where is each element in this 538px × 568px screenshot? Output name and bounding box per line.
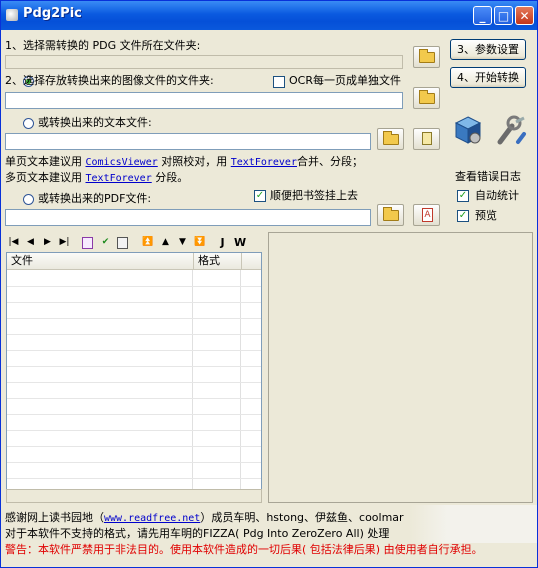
redaction-blur <box>409 505 537 543</box>
thanks-text: 感谢网上读书园地（ <box>5 511 104 524</box>
pdf-icon: A <box>422 208 433 222</box>
pdg-folder-field[interactable] <box>5 55 403 69</box>
pdf-open-button[interactable]: A <box>413 204 440 226</box>
check-icon[interactable]: ✔ <box>100 237 111 248</box>
preview-label: 预览 <box>475 209 497 222</box>
table-row-line <box>7 334 261 335</box>
folder-open-icon <box>383 207 399 221</box>
column-header-file[interactable]: 文件 <box>7 253 193 270</box>
column-header-spacer <box>241 253 261 270</box>
note-text: 多页文本建议用 <box>5 171 82 184</box>
preview-checkbox[interactable]: ✓ <box>457 210 469 222</box>
next-icon[interactable]: ▶ <box>42 237 53 248</box>
ocr-single-file-checkbox[interactable] <box>273 76 285 88</box>
image-folder-label: 2、选择存放转换出来的图像文件的文件夹: <box>5 74 214 87</box>
step1-label: 1、选择需转换的 PDG 文件所在文件夹: <box>5 39 201 52</box>
down-icon[interactable]: ▼ <box>177 237 188 248</box>
up-icon[interactable]: ▲ <box>160 237 171 248</box>
cube-tool-icon[interactable] <box>453 114 483 146</box>
top-icon[interactable]: ⏫ <box>142 237 153 248</box>
browse-text-file-button[interactable] <box>377 128 404 150</box>
table-row-line <box>7 462 261 463</box>
readfree-link[interactable]: www.readfree.net <box>104 513 200 524</box>
column-divider <box>240 270 241 502</box>
browse-image-folder-button[interactable] <box>413 87 440 109</box>
text-file-radio[interactable] <box>23 118 34 129</box>
text-file-icon <box>422 132 432 145</box>
table-row-line <box>7 478 261 479</box>
textforever-link[interactable]: TextForever <box>86 173 152 184</box>
table-row-line <box>7 286 261 287</box>
wrench-tools-icon[interactable] <box>494 114 528 146</box>
table-row-line <box>7 366 261 367</box>
bookmark-label: 顺便把书签挂上去 <box>270 189 358 202</box>
text-file-label: 或转换出来的文本文件: <box>38 116 152 129</box>
thanks-line: 感谢网上读书园地（www.readfree.net）成员车明、hstong、伊兹… <box>5 511 404 526</box>
notes-line1: 单页文本建议用 ComicsViewer 对照校对，用 TextForever合… <box>5 155 363 170</box>
maximize-button[interactable]: □ <box>494 6 513 25</box>
bookmark-checkbox[interactable]: ✓ <box>254 190 266 202</box>
table-row-line <box>7 318 261 319</box>
prev-icon[interactable]: ◀ <box>25 237 36 248</box>
pdf-file-label: 或转换出来的PDF文件: <box>38 192 152 205</box>
column-divider <box>192 270 193 502</box>
first-icon[interactable]: |◀ <box>8 237 19 248</box>
app-icon <box>6 9 18 21</box>
pdf-file-field[interactable] <box>5 209 371 226</box>
table-row-line <box>7 446 261 447</box>
copy-icon[interactable] <box>117 237 128 249</box>
app-window: Pdg2Pic _ □ ✕ 1、选择需转换的 PDG 文件所在文件夹: 3、参数… <box>0 0 538 568</box>
table-row-line <box>7 414 261 415</box>
note-text: 合并、分段； <box>296 155 363 168</box>
warning-text: 警告：本软件严禁用于非法目的。使用本软件造成的一切后果( 包括法律后果) 由使用… <box>5 543 483 556</box>
start-convert-button[interactable]: 4、开始转换 <box>450 67 526 88</box>
note-text: 对照校对，用 <box>161 155 228 168</box>
table-row-line <box>7 382 261 383</box>
table-row-line <box>7 350 261 351</box>
text-file-open-button[interactable] <box>413 128 440 150</box>
ocr-single-file-label: OCR每一页成单独文件 <box>289 74 401 87</box>
last-icon[interactable]: ▶| <box>59 237 70 248</box>
browse-pdf-file-button[interactable] <box>377 204 404 226</box>
thanks-text: ）成员车明、hstong、伊兹鱼、coolmar <box>200 511 404 524</box>
folder-open-icon <box>419 49 435 63</box>
page-icon[interactable] <box>82 237 93 249</box>
text-file-field[interactable] <box>5 133 371 150</box>
folder-open-icon <box>383 131 399 145</box>
window-title: Pdg2Pic <box>23 6 82 21</box>
notes-line2: 多页文本建议用 TextForever 分段。 <box>5 171 188 186</box>
table-row-line <box>7 398 261 399</box>
table-row-line <box>7 302 261 303</box>
table-row-line <box>7 430 261 431</box>
error-log-title: 查看错误日志 <box>455 170 521 183</box>
j-icon[interactable]: J <box>217 237 228 248</box>
folder-open-icon <box>419 90 435 104</box>
minimize-button[interactable]: _ <box>473 6 492 25</box>
pdf-file-radio[interactable] <box>23 194 34 205</box>
settings-button[interactable]: 3、参数设置 <box>450 39 526 60</box>
close-button[interactable]: ✕ <box>515 6 534 25</box>
w-icon[interactable]: W <box>234 237 246 248</box>
auto-stats-label: 自动统计 <box>475 189 519 202</box>
file-list[interactable]: 文件 格式 <box>6 252 262 503</box>
bottom-icon[interactable]: ⏬ <box>194 237 205 248</box>
textforever-link[interactable]: TextForever <box>231 157 297 168</box>
browse-pdg-folder-button[interactable] <box>413 46 440 68</box>
column-header-format[interactable]: 格式 <box>193 253 241 270</box>
note-text: 单页文本建议用 <box>5 155 82 168</box>
auto-stats-checkbox[interactable]: ✓ <box>457 190 469 202</box>
title-bar[interactable]: Pdg2Pic _ □ ✕ <box>1 1 537 30</box>
note-text: 分段。 <box>155 171 189 184</box>
log-panel <box>268 232 533 503</box>
horizontal-scrollbar[interactable] <box>6 489 262 503</box>
image-folder-field[interactable] <box>5 92 403 109</box>
comicsviewer-link[interactable]: ComicsViewer <box>86 157 158 168</box>
unsupported-format-note: 对于本软件不支持的格式，请先用车明的FIZZA( Pdg Into ZeroZe… <box>5 527 390 540</box>
